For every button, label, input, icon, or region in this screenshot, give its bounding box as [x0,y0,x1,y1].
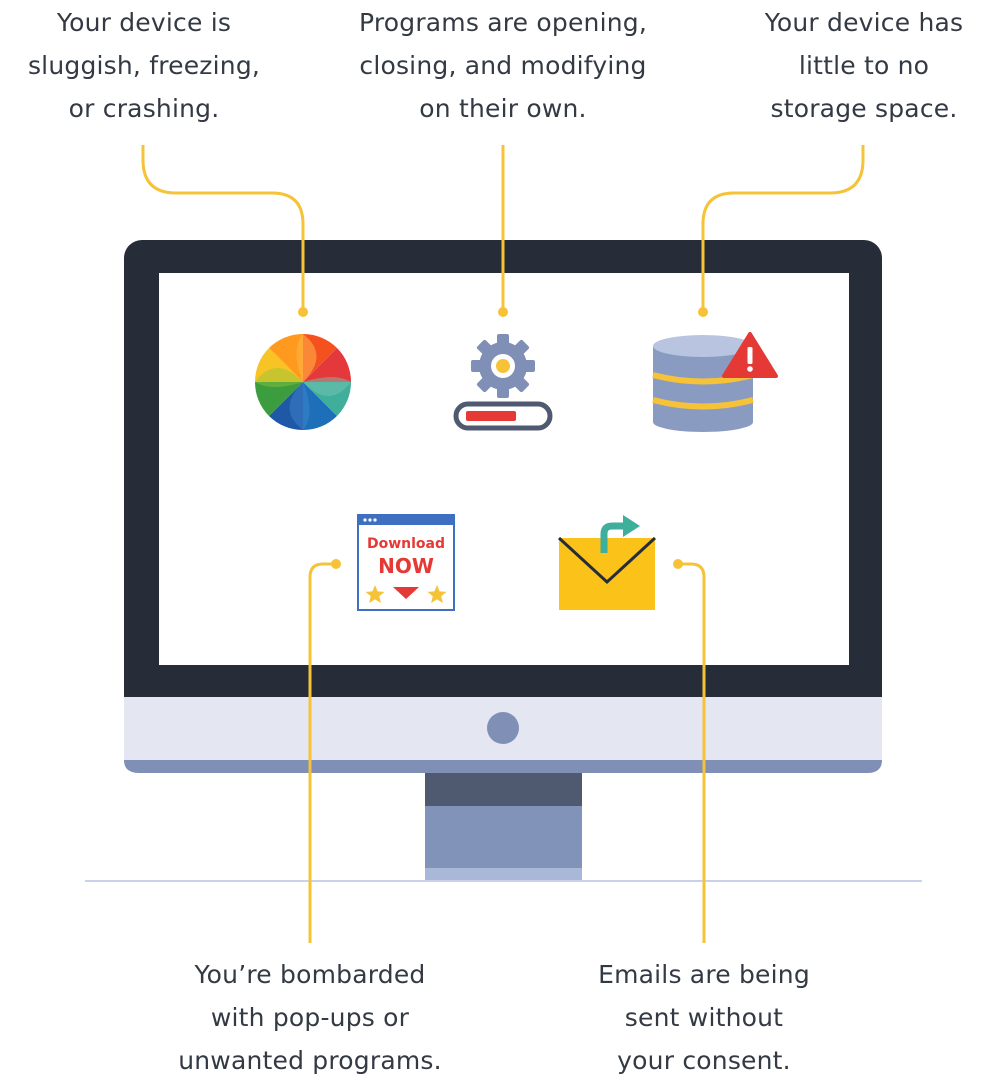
power-button [487,712,519,744]
caption-popups: You’re bombarded with pop-ups or unwante… [178,960,442,1075]
download-popup-icon: Download NOW [357,514,455,611]
monitor [124,240,882,773]
monitor-stand [425,772,582,880]
spinning-wheel-icon [254,333,352,431]
monitor-screen [159,273,849,665]
caption-emails: Emails are being sent without your conse… [598,960,810,1075]
caption-slow-device: Your device is sluggish, freezing, or cr… [27,8,261,123]
caption-programs: Programs are opening, closing, and modif… [358,8,648,123]
infographic-diagram: Download NOW [85,145,922,943]
popup-download-text: Download [367,536,445,552]
caption-storage: Your device has little to no storage spa… [764,8,964,123]
popup-now-text: NOW [378,554,434,578]
